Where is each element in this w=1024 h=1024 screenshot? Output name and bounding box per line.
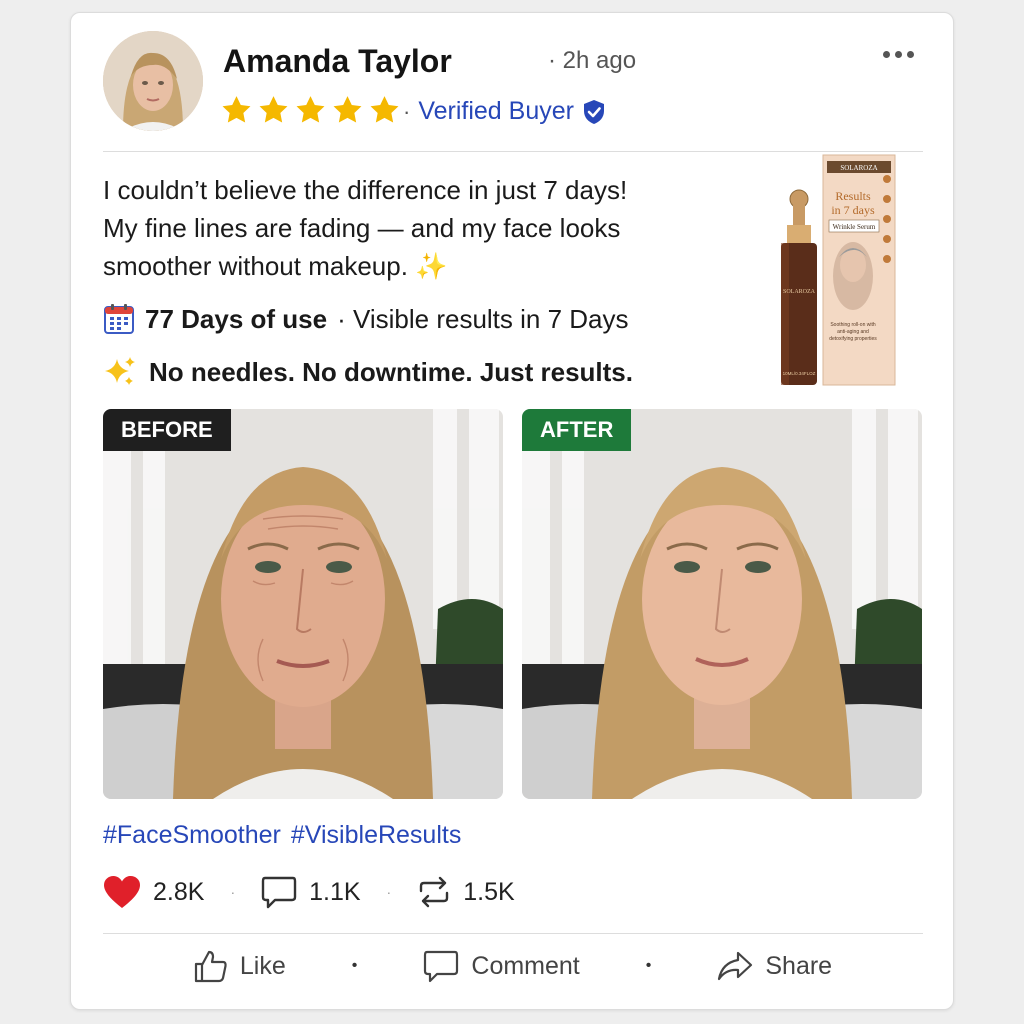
calendar-icon bbox=[104, 304, 134, 334]
actions-divider bbox=[103, 933, 923, 934]
review-line: smoother without makeup. ✨ bbox=[103, 251, 448, 281]
comment-button[interactable]: Comment bbox=[423, 949, 580, 983]
verified-buyer-badge: · Verified Buyer bbox=[403, 97, 606, 126]
post-timestamp: · 2h ago bbox=[548, 47, 637, 74]
tagline: No needles. No downtime. Just results. bbox=[103, 355, 633, 389]
hashtag-link[interactable]: #VisibleResults bbox=[291, 821, 461, 850]
box-title-2: in 7 days bbox=[831, 203, 875, 217]
review-line: My fine lines are fading — and my face l… bbox=[103, 213, 621, 243]
before-label: BEFORE bbox=[103, 409, 231, 451]
avatar[interactable] bbox=[103, 31, 203, 131]
action-bar: Like • Comment • Share bbox=[71, 949, 955, 983]
hashtag-link[interactable]: #FaceSmoother bbox=[103, 821, 281, 850]
star-icon bbox=[222, 96, 251, 123]
svg-text:detoxifying properties: detoxifying properties bbox=[829, 336, 877, 342]
bottle-brand: SOLAROZA bbox=[783, 289, 816, 295]
hashtags: #FaceSmoother #VisibleResults bbox=[103, 821, 461, 850]
star-icon bbox=[333, 96, 362, 123]
share-button[interactable]: Share bbox=[717, 950, 832, 982]
more-dot-icon bbox=[907, 51, 914, 58]
author-name[interactable]: Amanda Taylor bbox=[223, 43, 452, 80]
star-rating bbox=[221, 95, 400, 125]
svg-text:anti-aging and: anti-aging and bbox=[837, 329, 869, 335]
star-icon bbox=[370, 96, 399, 123]
review-text: I couldn’t believe the difference in jus… bbox=[103, 171, 743, 285]
box-title-1: Results bbox=[835, 189, 871, 203]
more-options-button[interactable] bbox=[883, 51, 914, 58]
star-icon bbox=[259, 96, 288, 123]
bottle-volume: 10ML/0.34FLOZ bbox=[783, 371, 816, 376]
usage-info: 77 Days of use · Visible results in 7 Da… bbox=[103, 303, 629, 335]
usage-results: · Visible results in 7 Days bbox=[337, 303, 629, 334]
comments-count[interactable]: 1.1K bbox=[261, 875, 361, 909]
heart-icon bbox=[104, 876, 140, 908]
after-label: AFTER bbox=[522, 409, 632, 451]
likes-count[interactable]: 2.8K bbox=[103, 875, 204, 909]
repost-icon bbox=[420, 876, 449, 908]
product-image[interactable]: SOLAROZA Results in 7 days Wrinkle Serum… bbox=[777, 153, 897, 388]
reposts-count[interactable]: 1.5K bbox=[417, 875, 515, 909]
box-subtitle: Wrinkle Serum bbox=[833, 223, 876, 231]
thumbs-up-icon bbox=[194, 950, 227, 983]
like-button[interactable]: Like bbox=[194, 949, 286, 983]
comment-icon bbox=[261, 876, 297, 909]
share-arrow-icon bbox=[718, 951, 753, 981]
comment-icon bbox=[424, 950, 459, 983]
box-brand: SOLAROZA bbox=[840, 164, 877, 172]
star-icon bbox=[296, 96, 325, 123]
verified-label: Verified Buyer bbox=[418, 97, 574, 125]
more-dot-icon bbox=[883, 51, 890, 58]
box-note: Soothing roll-on with bbox=[830, 322, 876, 328]
usage-days: 77 Days of use bbox=[145, 303, 328, 334]
review-post-card: Amanda Taylor · 2h ago · Verified Buyer … bbox=[70, 12, 954, 1010]
after-photo[interactable]: AFTER bbox=[522, 409, 922, 799]
verified-shield-icon bbox=[583, 99, 604, 124]
more-dot-icon bbox=[895, 51, 902, 58]
review-line: I couldn’t believe the difference in jus… bbox=[103, 175, 628, 205]
header-divider bbox=[103, 151, 923, 152]
tagline-text: No needles. No downtime. Just results. bbox=[149, 356, 633, 387]
engagement-stats: 2.8K · 1.1K · 1.5K bbox=[103, 875, 515, 909]
before-photo[interactable]: BEFORE bbox=[103, 409, 503, 799]
sparkles-icon bbox=[105, 357, 135, 385]
